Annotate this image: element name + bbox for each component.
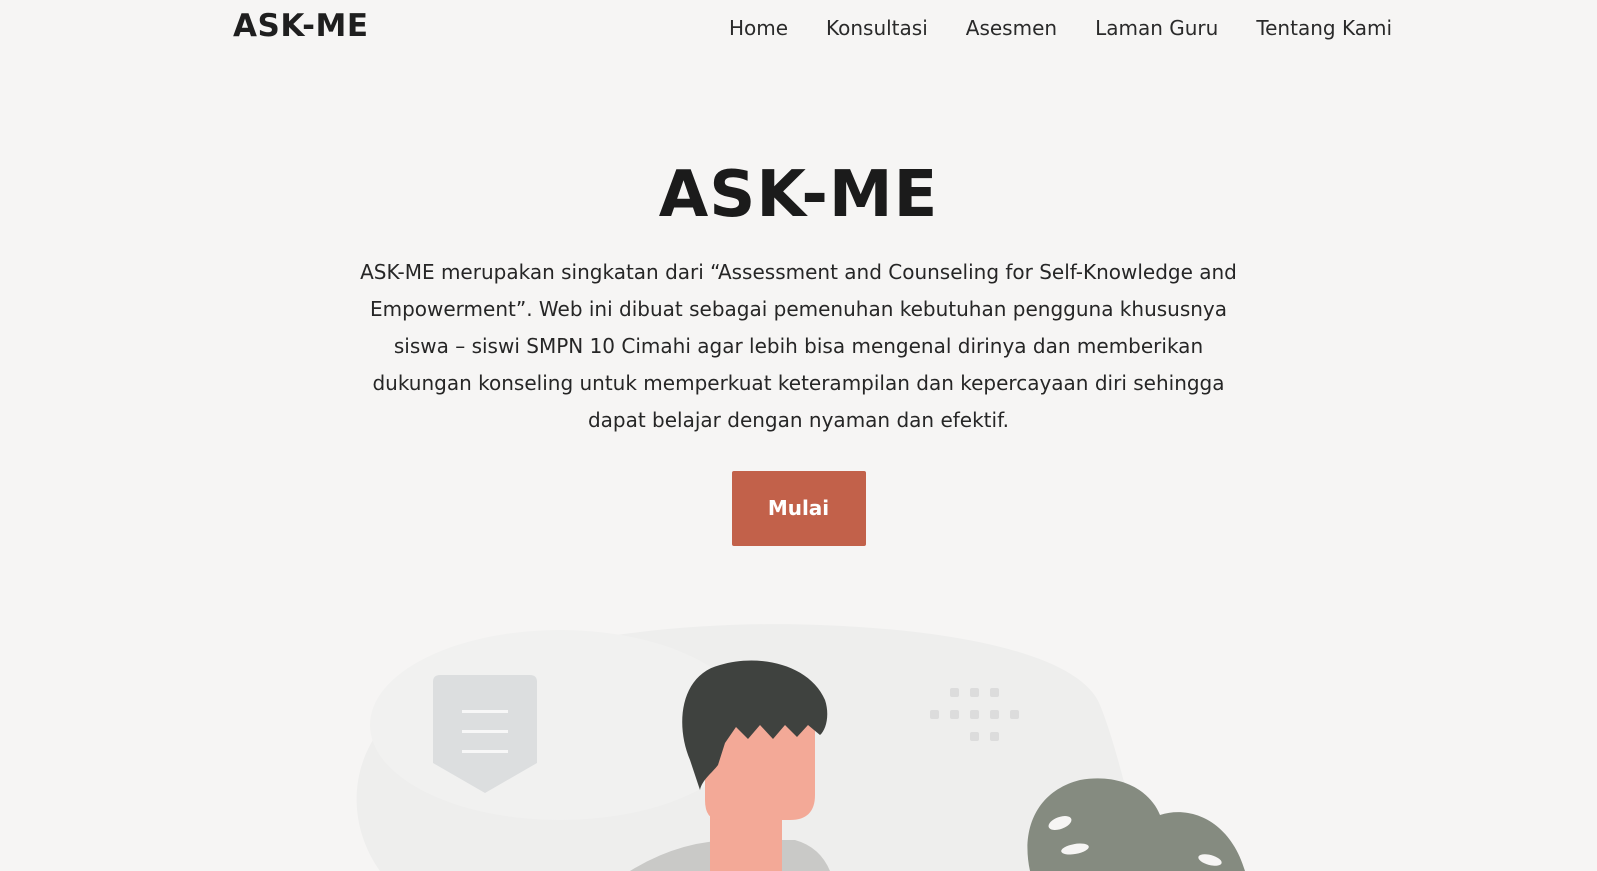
hero-illustration	[0, 615, 1597, 871]
nav-konsultasi[interactable]: Konsultasi	[826, 16, 928, 40]
nav-asesmen[interactable]: Asesmen	[966, 16, 1057, 40]
illustration-svg	[356, 624, 1245, 871]
hero-section: ASK-ME ASK-ME merupakan singkatan dari “…	[0, 150, 1597, 546]
hero-title: ASK-ME	[658, 158, 939, 232]
nav-menu: Home Konsultasi Asesmen Laman Guru Tenta…	[729, 16, 1392, 40]
hero-description: ASK-ME merupakan singkatan dari “Assessm…	[360, 260, 1237, 432]
brand-logo[interactable]: ASK-ME	[233, 8, 369, 44]
nav-tentang-kami[interactable]: Tentang Kami	[1256, 16, 1392, 40]
navbar: ASK-ME Home Konsultasi Asesmen Laman Gur…	[0, 0, 1597, 58]
start-button[interactable]: Mulai	[731, 471, 866, 546]
plant-leaf-icon	[1027, 778, 1245, 871]
page: ASK-ME Home Konsultasi Asesmen Laman Gur…	[0, 0, 1597, 871]
nav-home[interactable]: Home	[729, 16, 788, 40]
nav-laman-guru[interactable]: Laman Guru	[1095, 16, 1218, 40]
